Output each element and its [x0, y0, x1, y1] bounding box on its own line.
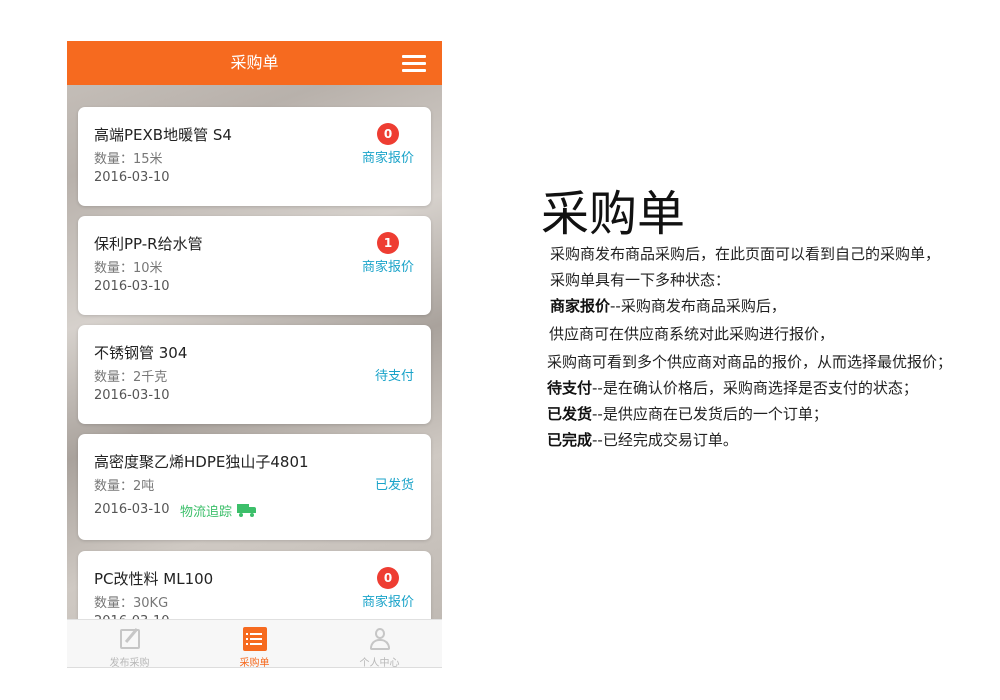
description-text: --是供应商在已发货后的一个订单；: [592, 405, 828, 423]
order-card[interactable]: PC改性料 ML100 数量：30KG 2016-03-10 0 商家报价: [78, 551, 431, 619]
quote-count-badge: 0: [377, 567, 399, 589]
description-line: 采购单具有一下多种状态：: [550, 270, 730, 290]
description-text: 采购商发布商品采购后，在此页面可以看到自己的采购单，: [550, 245, 941, 263]
tab-label: 个人中心: [359, 658, 400, 668]
tab-purchase-orders[interactable]: 采购单: [192, 620, 317, 668]
order-card[interactable]: 高端PEXB地暖管 S4 数量：15米 2016-03-10 0 商家报价: [78, 107, 431, 206]
person-icon: [367, 626, 393, 652]
tab-personal-center[interactable]: 个人中心: [317, 620, 442, 668]
description-text: --采购商发布商品采购后，: [610, 297, 786, 315]
description-line: 采购商可看到多个供应商对商品的报价，从而选择最优报价；: [547, 352, 952, 372]
top-navigation-bar: 采购单: [67, 41, 442, 85]
order-status[interactable]: 待支付: [375, 365, 414, 384]
order-date: 2016-03-10: [94, 502, 170, 517]
order-date: 2016-03-10: [94, 279, 170, 294]
description-text: --已经完成交易订单。: [592, 431, 738, 449]
list-icon: [242, 626, 268, 652]
order-name: 高端PEXB地暖管 S4: [94, 126, 232, 144]
status-term: 已完成: [547, 431, 593, 449]
description-text: 采购商可看到多个供应商对商品的报价，从而选择最优报价；: [547, 353, 953, 371]
order-card[interactable]: 不锈钢管 304 数量：2千克 2016-03-10 待支付: [78, 325, 431, 424]
phone-screen: 采购单 高端PEXB地暖管 S4 数量：15米 2016-03-10 0 商家报…: [67, 41, 442, 668]
description-line: 商家报价--采购商发布商品采购后，: [550, 296, 786, 316]
quote-count-badge: 1: [377, 232, 399, 254]
status-term: 待支付: [547, 379, 593, 397]
order-card[interactable]: 保利PP-R给水管 数量：10米 2016-03-10 1 商家报价: [78, 216, 431, 315]
description-line: 已完成--已经完成交易订单。: [547, 430, 738, 450]
order-quantity: 数量：2吨: [94, 479, 155, 494]
description-line: 供应商可在供应商系统对此采购进行报价，: [549, 324, 834, 344]
description-text: 供应商可在供应商系统对此采购进行报价，: [549, 325, 835, 343]
description-line: 待支付--是在确认价格后，采购商选择是否支付的状态；: [547, 378, 918, 398]
order-list: 高端PEXB地暖管 S4 数量：15米 2016-03-10 0 商家报价 保利…: [67, 85, 442, 619]
bottom-tab-bar: 发布采购 采购单 个人中心: [67, 619, 442, 668]
truck-icon: [237, 504, 257, 517]
description-line: 采购商发布商品采购后，在此页面可以看到自己的采购单，: [550, 244, 940, 264]
order-status[interactable]: 已发货: [375, 474, 414, 493]
order-card[interactable]: 高密度聚乙烯HDPE独山子4801 数量：2吨 2016-03-10 已发货 物…: [78, 434, 431, 540]
order-status[interactable]: 商家报价: [362, 147, 414, 166]
order-name: PC改性料 ML100: [94, 570, 214, 588]
order-status[interactable]: 商家报价: [362, 256, 414, 275]
order-quantity: 数量：2千克: [94, 370, 168, 385]
status-term: 已发货: [547, 405, 593, 423]
tab-label: 发布采购: [109, 658, 150, 668]
order-quantity: 数量：15米: [94, 152, 163, 167]
status-term: 商家报价: [550, 297, 611, 315]
description-title: 采购单: [541, 186, 686, 242]
hamburger-menu-icon[interactable]: [402, 55, 426, 72]
order-date: 2016-03-10: [94, 388, 170, 403]
order-date: 2016-03-10: [94, 170, 170, 185]
order-name: 保利PP-R给水管: [94, 235, 203, 253]
order-status[interactable]: 商家报价: [362, 591, 414, 610]
description-text: --是在确认价格后，采购商选择是否支付的状态；: [592, 379, 918, 397]
tab-label: 采购单: [239, 658, 270, 668]
logistics-tracking-label: 物流追踪: [180, 505, 233, 520]
order-quantity: 数量：10米: [94, 261, 163, 276]
description-text: 采购单具有一下多种状态：: [550, 271, 731, 289]
order-name: 不锈钢管 304: [94, 344, 188, 362]
order-quantity: 数量：30KG: [94, 596, 169, 611]
tab-publish-purchase[interactable]: 发布采购: [67, 620, 192, 668]
publish-icon: [117, 626, 143, 652]
page-title: 采购单: [230, 53, 279, 72]
description-line: 已发货--是供应商在已发货后的一个订单；: [547, 404, 828, 424]
logistics-tracking-link[interactable]: 物流追踪: [180, 501, 257, 520]
quote-count-badge: 0: [377, 123, 399, 145]
order-name: 高密度聚乙烯HDPE独山子4801: [94, 453, 309, 471]
